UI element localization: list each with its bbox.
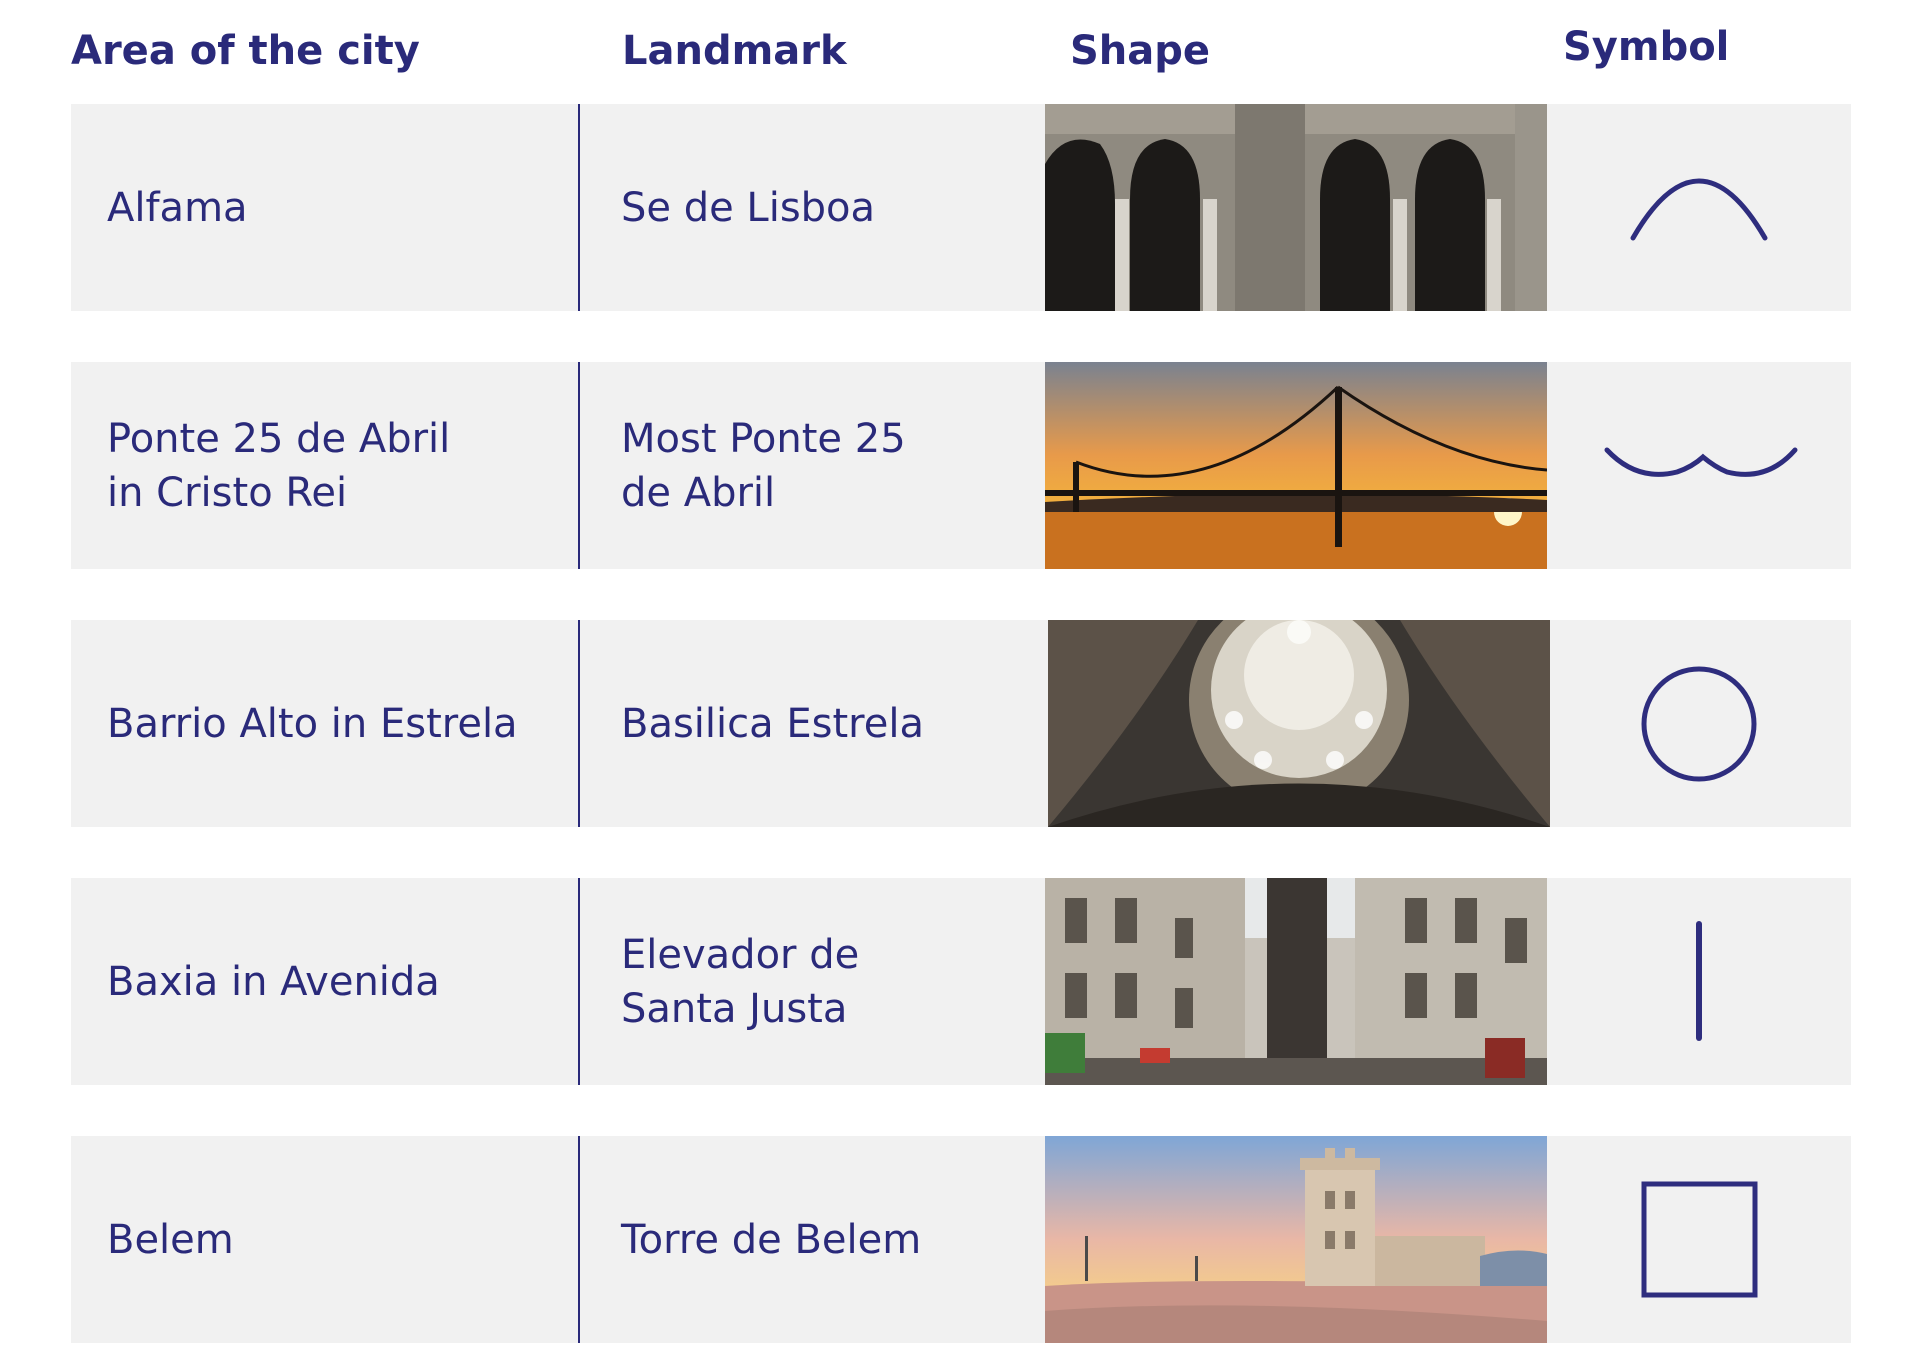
column-divider (578, 1136, 580, 1343)
table-row: Barrio Alto in Estrela Basilica Estrela (71, 620, 1851, 827)
table-row: Belem Torre de Belem (71, 1136, 1851, 1343)
table-row: Ponte 25 de Abril in Cristo Rei Most Pon… (71, 362, 1851, 569)
landmark-cell: Basilica Estrela (621, 620, 924, 827)
elevator-street-photo (1045, 878, 1547, 1085)
landmark-label: Torre de Belem (621, 1216, 922, 1263)
landmark-label: Basilica Estrela (621, 700, 924, 747)
header-area: Area of the city (71, 28, 420, 74)
landmark-label: Se de Lisboa (621, 184, 876, 231)
header-symbol: Symbol (1563, 24, 1730, 70)
column-divider (578, 620, 580, 827)
area-label: Alfama (107, 184, 248, 231)
area-cell: Alfama (107, 104, 248, 311)
suspension-bridge-sunset-photo (1045, 362, 1547, 569)
table-row: Baxia in Avenida Elevador de Santa Justa (71, 878, 1851, 1085)
cathedral-arches-photo (1045, 104, 1547, 311)
table-row: Alfama Se de Lisboa (71, 104, 1851, 311)
area-label: Baxia in Avenida (107, 958, 440, 1005)
area-cell: Barrio Alto in Estrela (107, 620, 518, 827)
circle-symbol-icon (1547, 620, 1851, 827)
arch-symbol-icon (1547, 104, 1851, 311)
basilica-dome-photo (1048, 620, 1550, 827)
column-divider (578, 104, 580, 311)
landmark-cell: Torre de Belem (621, 1136, 921, 1343)
area-label: Ponte 25 de Abril in Cristo Rei (107, 415, 451, 516)
header-landmark: Landmark (622, 28, 847, 74)
landmark-label: Most Ponte 25 de Abril (621, 415, 906, 516)
landmark-cell: Se de Lisboa (621, 104, 875, 311)
area-label: Barrio Alto in Estrela (107, 700, 518, 747)
square-symbol-icon (1547, 1136, 1851, 1343)
landmark-label: Elevador de Santa Justa (621, 931, 860, 1032)
landmark-cell: Most Ponte 25 de Abril (621, 362, 906, 569)
column-divider (578, 878, 580, 1085)
header-shape: Shape (1070, 28, 1211, 74)
belem-tower-photo (1045, 1136, 1547, 1343)
area-cell: Belem (107, 1136, 234, 1343)
area-label: Belem (107, 1216, 234, 1263)
area-cell: Baxia in Avenida (107, 878, 440, 1085)
column-divider (578, 362, 580, 569)
area-cell: Ponte 25 de Abril in Cristo Rei (107, 362, 450, 569)
line-symbol-icon (1547, 878, 1851, 1085)
wave-symbol-icon (1547, 362, 1851, 569)
landmark-cell: Elevador de Santa Justa (621, 878, 859, 1085)
